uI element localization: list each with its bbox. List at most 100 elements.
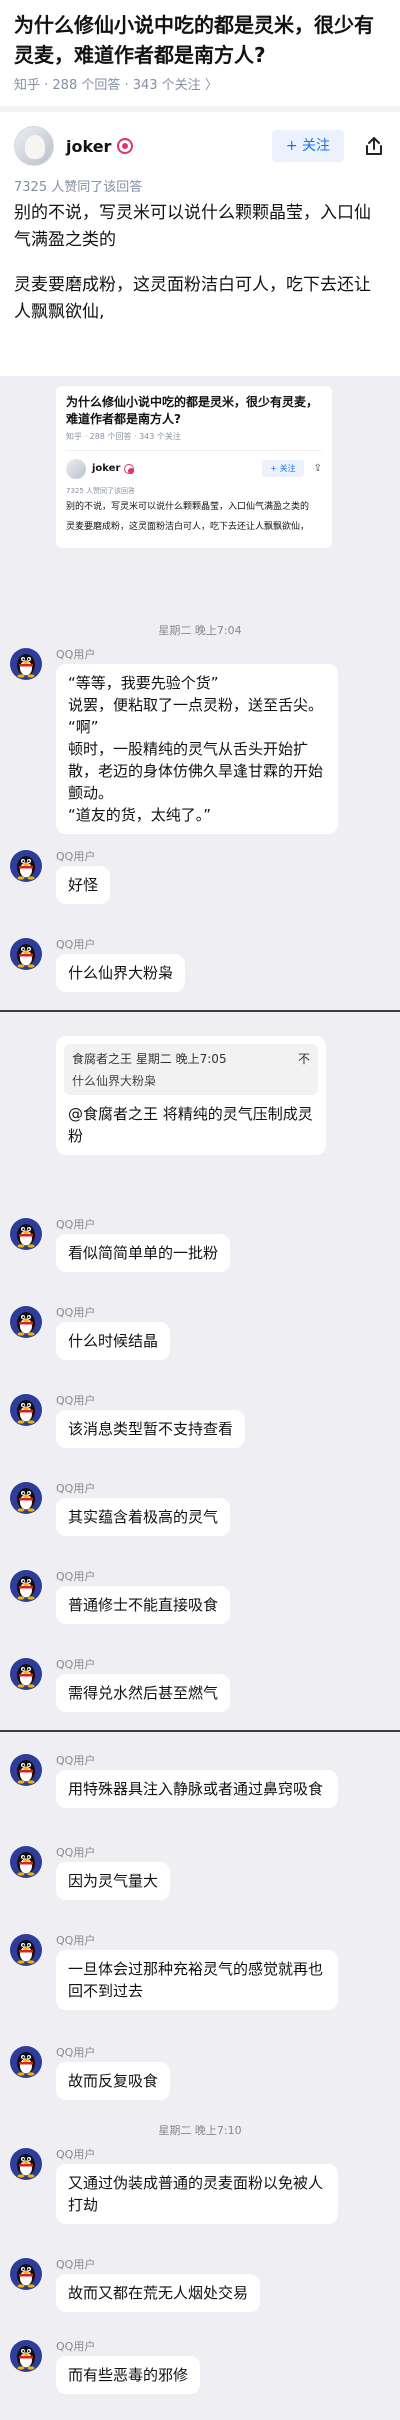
card-follow-button: + 关注: [262, 460, 304, 477]
penguin-icon: [14, 1484, 38, 1512]
penguin-icon: [14, 1660, 38, 1688]
qq-avatar[interactable]: [10, 1394, 42, 1426]
qq-avatar[interactable]: [10, 648, 42, 680]
question-title[interactable]: 为什么修仙小说中吃的都是灵米，很少有灵麦，难道作者都是南方人?: [14, 10, 386, 70]
sender-name: QQ用户: [56, 648, 96, 661]
penguin-icon: [14, 1308, 38, 1336]
question-header: 为什么修仙小说中吃的都是灵米，很少有灵麦，难道作者都是南方人? 知乎 · 288…: [0, 0, 400, 96]
reply-text: @食腐者之王 将精纯的灵气压制成灵粉: [68, 1105, 313, 1145]
share-icon[interactable]: [362, 134, 386, 158]
qq-avatar[interactable]: [10, 1754, 42, 1786]
penguin-icon: [14, 1572, 38, 1600]
penguin-icon: [14, 1848, 38, 1876]
sender-name: QQ用户: [56, 1306, 96, 1319]
message-bubble[interactable]: 故而又都在荒无人烟处交易: [56, 2274, 261, 2312]
qq-avatar[interactable]: [10, 2148, 42, 2180]
qq-avatar[interactable]: [10, 850, 42, 882]
message-bubble[interactable]: “等等，我要先验个货” 说罢，便粘取了一点灵粉，送至舌尖。 “啊” 顿时，一股精…: [56, 664, 338, 834]
answer-paragraph: 别的不说，写灵米可以说什么颗颗晶莹，入口仙气满盈之类的: [14, 203, 371, 250]
follow-button[interactable]: + 关注: [271, 130, 344, 162]
message-bubble[interactable]: 一旦体会过那种充裕灵气的感觉就再也回不到过去: [56, 1950, 338, 2010]
penguin-icon: [14, 1220, 38, 1248]
message-bubble[interactable]: 故而反复吸食: [56, 2062, 171, 2100]
panel-divider: [0, 1730, 400, 1732]
qq-avatar[interactable]: [10, 1482, 42, 1514]
card-paragraph: 别的不说，写灵米可以说什么颗颗晶莹，入口仙气满盈之类的: [66, 502, 310, 512]
question-meta[interactable]: 知乎 · 288 个回答 · 343 个关注 〉: [14, 76, 386, 96]
chat-screenshot: 为什么修仙小说中吃的都是灵米，很少有灵麦，难道作者都是南方人? 知乎 · 288…: [0, 376, 400, 2420]
penguin-icon: [14, 1756, 38, 1784]
card-body: 别的不说，写灵米可以说什么颗颗晶莹，入口仙气满盈之类的 灵麦要磨成粉，这灵面粉洁…: [66, 500, 322, 534]
panel-divider: [0, 1010, 400, 1012]
message-bubble[interactable]: 因为灵气量大: [56, 1862, 171, 1900]
qq-avatar[interactable]: [10, 938, 42, 970]
qq-avatar[interactable]: [10, 1218, 42, 1250]
message-bubble[interactable]: 而有些恶毒的邪修: [56, 2356, 201, 2394]
sender-name: QQ用户: [56, 1846, 96, 1859]
answer-body: 别的不说，写灵米可以说什么颗颗晶莹，入口仙气满盈之类的 灵麦要磨成粉，这灵面粉洁…: [0, 196, 400, 326]
penguin-icon: [14, 940, 38, 968]
sender-name: QQ用户: [56, 1570, 96, 1583]
reply-message[interactable]: 食腐者之王 星期二 晚上7:05 什么仙界大粉枭 不 @食腐者之王 将精纯的灵气…: [56, 1036, 326, 1155]
penguin-icon: [14, 2150, 38, 2178]
message-bubble[interactable]: 该消息类型暂不支持查看: [56, 1410, 246, 1448]
qq-avatar[interactable]: [10, 1934, 42, 1966]
card-author-name: joker: [92, 463, 121, 474]
share-icon: ⇪: [313, 463, 322, 474]
sender-name: QQ用户: [56, 2148, 96, 2161]
chat-timestamp: 星期二 晚上7:10: [158, 2124, 242, 2137]
card-meta: 知乎 · 288 个回答 · 343 个关注: [66, 432, 181, 441]
shared-answer-card[interactable]: 为什么修仙小说中吃的都是灵米，很少有灵麦，难道作者都是南方人? 知乎 · 288…: [56, 386, 332, 548]
qq-avatar[interactable]: [10, 1570, 42, 1602]
message-bubble[interactable]: 用特殊器具注入静脉或者通过鼻窍吸食: [56, 1770, 338, 1808]
quoted-head: 食腐者之王 星期二 晚上7:05: [72, 1052, 227, 1066]
sender-name: QQ用户: [56, 938, 96, 951]
message-bubble[interactable]: 好怪: [56, 866, 111, 904]
penguin-icon: [14, 2260, 38, 2288]
penguin-icon: [14, 650, 38, 678]
sender-name: QQ用户: [56, 2258, 96, 2271]
penguin-icon: [14, 1396, 38, 1424]
chat-timestamp: 星期二 晚上7:04: [158, 624, 242, 637]
qq-avatar[interactable]: [10, 1846, 42, 1878]
message-bubble[interactable]: 普通修士不能直接吸食: [56, 1586, 231, 1624]
card-paragraph: 灵麦要磨成粉，这灵面粉洁白可人，吃下去还让人飘飘欲仙，: [66, 522, 310, 532]
message-bubble[interactable]: 需得兑水然后甚至燃气: [56, 1674, 231, 1712]
sender-name: QQ用户: [56, 2340, 96, 2353]
close-icon[interactable]: 不: [298, 1050, 310, 1067]
sender-name: QQ用户: [56, 2046, 96, 2059]
author-name-wrap[interactable]: joker: [66, 137, 134, 156]
message-bubble[interactable]: 什么时候结晶: [56, 1322, 171, 1360]
author-name[interactable]: joker: [66, 137, 111, 156]
sender-name: QQ用户: [56, 1658, 96, 1671]
approve-count: 7325 人赞同了该回答: [14, 180, 143, 195]
qq-avatar[interactable]: [10, 2340, 42, 2372]
card-author: joker + 关注 ⇪: [66, 450, 322, 480]
quoted-message[interactable]: 食腐者之王 星期二 晚上7:05 什么仙界大粉枭 不: [64, 1044, 318, 1095]
sender-name: QQ用户: [56, 850, 96, 863]
badge-icon: [117, 138, 134, 154]
message-bubble[interactable]: 又通过伪装成普通的灵麦面粉以免被人打劫: [56, 2164, 338, 2224]
message-bubble[interactable]: 看似简简单单的一批粉: [56, 1234, 231, 1272]
penguin-icon: [14, 2048, 38, 2076]
sender-name: QQ用户: [56, 1218, 96, 1231]
message-bubble[interactable]: 其实蕴含着极高的灵气: [56, 1498, 231, 1536]
qq-avatar[interactable]: [10, 1658, 42, 1690]
qq-avatar[interactable]: [10, 2046, 42, 2078]
answer-paragraph: 灵麦要磨成粉，这灵面粉洁白可人，吃下去还让人飘飘欲仙,: [14, 275, 371, 322]
badge-icon: [124, 463, 135, 474]
penguin-icon: [14, 852, 38, 880]
author-avatar[interactable]: [14, 126, 54, 166]
sender-name: QQ用户: [56, 1754, 96, 1767]
qq-avatar[interactable]: [10, 2258, 42, 2290]
sender-name: QQ用户: [56, 1482, 96, 1495]
card-approve: 7325 人赞同了该回答: [66, 487, 136, 495]
message-bubble[interactable]: 什么仙界大粉枭: [56, 954, 186, 992]
sender-name: QQ用户: [56, 1394, 96, 1407]
penguin-icon: [14, 2342, 38, 2370]
quoted-text: 什么仙界大粉枭: [72, 1074, 157, 1088]
qq-avatar[interactable]: [10, 1306, 42, 1338]
sender-name: QQ用户: [56, 1934, 96, 1947]
card-title: 为什么修仙小说中吃的都是灵米，很少有灵麦，难道作者都是南方人?: [66, 395, 319, 426]
card-avatar: [66, 458, 86, 479]
